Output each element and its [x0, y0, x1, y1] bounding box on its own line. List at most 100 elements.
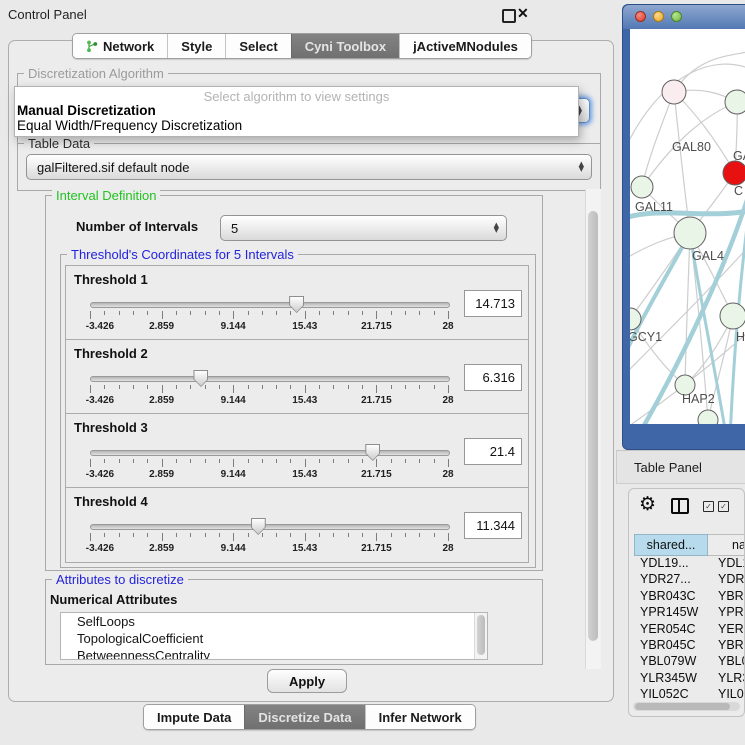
- slider-thumb[interactable]: [251, 518, 266, 535]
- slider-tick: [276, 533, 277, 537]
- close-icon[interactable]: ✕: [517, 5, 529, 22]
- network-canvas[interactable]: GAL80GACGAL11GAL4GCY1HHAP2: [630, 29, 745, 424]
- list-scrollbar[interactable]: [474, 613, 487, 659]
- panel-scrollbar[interactable]: [585, 189, 601, 669]
- slider-tick: [176, 311, 177, 315]
- node-label: HAP2: [682, 392, 715, 406]
- tab-discretize-data[interactable]: Discretize Data: [244, 705, 364, 729]
- network-window-titlebar[interactable]: [623, 5, 745, 29]
- table-row[interactable]: YIL052CYIL0: [634, 687, 745, 701]
- threshold-label: Threshold 2: [74, 346, 148, 361]
- slider-tick: [119, 311, 120, 315]
- slider-thumb-face: [290, 297, 303, 312]
- slider-tick: [305, 459, 306, 467]
- table-hscrollbar[interactable]: [633, 702, 740, 711]
- checkbox-icon[interactable]: ✓: [703, 501, 714, 512]
- attribute-list-item[interactable]: SelfLoops: [61, 613, 487, 630]
- apply-button[interactable]: Apply: [267, 669, 347, 693]
- numerical-attributes-list[interactable]: SelfLoopsTopologicalCoefficientBetweenne…: [60, 612, 488, 660]
- table-panel-header: Table Panel: [616, 450, 745, 484]
- popup-item-1[interactable]: Manual Discretization: [17, 103, 156, 118]
- mac-zoom-icon[interactable]: [671, 11, 682, 22]
- table-row[interactable]: YER054CYER0: [634, 622, 745, 638]
- tab-select[interactable]: Select: [225, 34, 290, 58]
- slider-thumb[interactable]: [193, 370, 208, 387]
- threshold-value-input[interactable]: [464, 290, 522, 317]
- float-window-icon[interactable]: [502, 9, 516, 23]
- table-row[interactable]: YDR27...YDR2: [634, 572, 745, 588]
- slider-tick: [90, 533, 91, 541]
- slider-tick: [162, 311, 163, 319]
- panel-title: Control Panel: [8, 7, 87, 22]
- network-node-gal11[interactable]: [631, 176, 653, 198]
- network-node-ga[interactable]: [725, 90, 745, 114]
- slider-tick: [419, 533, 420, 537]
- list-scrollbar-thumb[interactable]: [477, 615, 485, 655]
- slider-track[interactable]: [90, 376, 450, 382]
- slider-tick: [434, 385, 435, 389]
- threshold-label: Threshold 3: [74, 420, 148, 435]
- slider-track[interactable]: [90, 302, 450, 308]
- tab-cyni-toolbox[interactable]: Cyni Toolbox: [291, 34, 399, 58]
- slider-tick: [348, 385, 349, 389]
- slider-tick: [262, 459, 263, 463]
- slider-thumb[interactable]: [365, 444, 380, 461]
- column-header-name[interactable]: na: [708, 534, 745, 556]
- slider-track[interactable]: [90, 524, 450, 530]
- slider-scale-label: 9.144: [221, 543, 246, 554]
- slider-tick: [133, 459, 134, 463]
- slider-tick: [90, 459, 91, 467]
- cell-shared-name: YPR145W: [634, 605, 708, 621]
- tab-infer-network[interactable]: Infer Network: [365, 705, 475, 729]
- panel-scrollbar-thumb[interactable]: [588, 211, 598, 641]
- mac-close-icon[interactable]: [635, 11, 646, 22]
- threshold-value-input[interactable]: [464, 364, 522, 391]
- slider-thumb-face: [366, 445, 379, 460]
- network-node[interactable]: [698, 410, 718, 424]
- tab-jactivemnodules[interactable]: jActiveMNodules: [399, 34, 531, 58]
- network-node-gal80[interactable]: [662, 80, 686, 104]
- slider-tick: [419, 385, 420, 389]
- popup-item-2[interactable]: Equal Width/Frequency Discretization: [17, 118, 242, 133]
- gear-icon[interactable]: ⚙: [639, 493, 656, 515]
- column-header-shared-name[interactable]: shared...: [634, 534, 708, 556]
- network-node-c[interactable]: [723, 161, 745, 185]
- slider-tick: [147, 533, 148, 537]
- checkbox-icon[interactable]: ✓: [718, 501, 729, 512]
- mac-minimize-icon[interactable]: [653, 11, 664, 22]
- slider-scale-label: 28: [442, 321, 453, 332]
- table-row[interactable]: YLR345WYLR3: [634, 671, 745, 687]
- number-of-intervals-select[interactable]: 5 ▲▼: [220, 215, 507, 241]
- tab-label: Cyni Toolbox: [305, 39, 386, 54]
- slider-scale-label: 21.715: [361, 395, 392, 406]
- tab-style[interactable]: Style: [167, 34, 225, 58]
- split-pane-icon[interactable]: [671, 498, 689, 514]
- table-row[interactable]: YBR045CYBR0: [634, 638, 745, 654]
- table-data-select[interactable]: galFiltered.sif default node ▲▼: [26, 154, 592, 180]
- slider-tick: [305, 311, 306, 319]
- table-row[interactable]: YBL079WYBL0: [634, 654, 745, 670]
- slider-track[interactable]: [90, 450, 450, 456]
- threshold-box-2: Threshold 2-3.4262.8599.14415.4321.71528: [66, 340, 528, 414]
- slider-tick: [147, 459, 148, 463]
- table-row[interactable]: YDL19...YDL1: [634, 556, 745, 572]
- slider-tick: [290, 459, 291, 463]
- tab-network[interactable]: Network: [73, 34, 167, 58]
- network-node-h[interactable]: [720, 303, 745, 329]
- table-hscrollbar-thumb[interactable]: [635, 703, 730, 710]
- attribute-list-item[interactable]: TopologicalCoefficient: [61, 630, 487, 647]
- slider-scale-label: -3.426: [86, 321, 114, 332]
- table-row[interactable]: YBR043CYBR0: [634, 589, 745, 605]
- slider-scale-label: 28: [442, 543, 453, 554]
- threshold-stack: Threshold 1-3.4262.8599.14415.4321.71528…: [65, 265, 529, 563]
- slider-tick: [248, 459, 249, 463]
- table-row[interactable]: YPR145WYPR1: [634, 605, 745, 621]
- attribute-list-item[interactable]: BetweennessCentrality: [61, 647, 487, 660]
- table-panel: ⚙ ✓ ✓ shared... na YDL19...YDL1YDR27...Y…: [628, 488, 745, 717]
- network-node-gal4[interactable]: [674, 217, 706, 249]
- tab-impute-data[interactable]: Impute Data: [144, 705, 244, 729]
- threshold-value-input[interactable]: [464, 438, 522, 465]
- slider-scale-label: -3.426: [86, 469, 114, 480]
- node-label: GAL80: [672, 140, 711, 154]
- threshold-value-input[interactable]: [464, 512, 522, 539]
